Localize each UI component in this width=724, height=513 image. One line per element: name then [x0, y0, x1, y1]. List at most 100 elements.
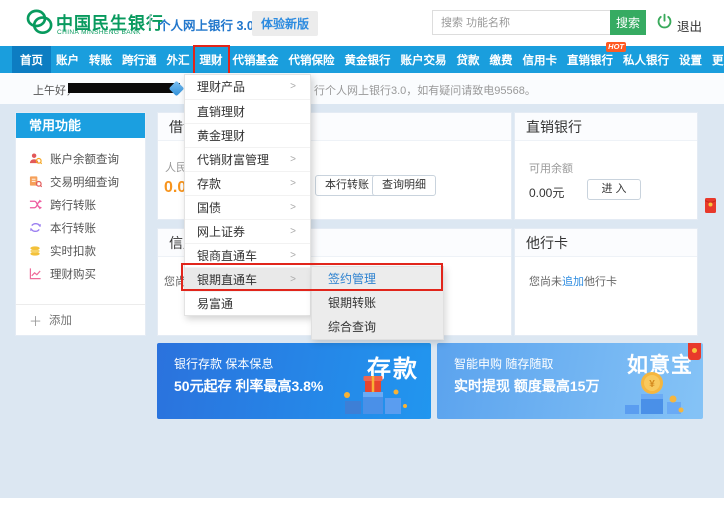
sidebar-item-balance-query[interactable]: 账户余额查询 [16, 147, 145, 170]
menu-item-deposits[interactable]: 存款 > [185, 171, 310, 195]
banner-line1: 智能申购 随存随取 [454, 355, 553, 372]
bank-logo-icon [24, 7, 56, 42]
menu-item-treasury-bonds[interactable]: 国债> [185, 195, 310, 219]
document-magnifier-icon [29, 175, 42, 188]
nav-item-accounts[interactable]: 账户 [51, 46, 84, 73]
nav-item-account-trade[interactable]: 账户交易 [396, 46, 452, 73]
nav-item-loans[interactable]: 贷款 [452, 46, 485, 73]
welcome-message: 行个人网上银行3.0，如有疑问请致电95568。 [314, 82, 536, 98]
sidebar-item-interbank-transfer[interactable]: 跨行转账 [16, 193, 145, 216]
direct-bank-title: 直销银行 [515, 113, 697, 141]
cross-arrows-icon [29, 198, 42, 211]
search-button[interactable]: 搜索 [610, 10, 646, 35]
common-functions-panel: 常用功能 账户余额查询 交易明细查询 跨行转账 本行转账 实时扣款 [15, 112, 146, 336]
intrabank-transfer-button[interactable]: 本行转账 [315, 175, 379, 196]
nav-item-credit-card[interactable]: 信用卡 [518, 46, 563, 73]
banner-line1: 银行存款 保本保息 [174, 355, 273, 372]
enter-direct-bank-button[interactable]: 进 入 [587, 179, 641, 200]
greeting-bar: 上午好， 行个人网上银行3.0，如有疑问请致电95568。 [0, 73, 724, 104]
menu-item-yifutong[interactable]: 易富通 [185, 291, 310, 315]
menu-item-label: 网上证券 [197, 225, 245, 239]
menu-item-label: 银商直通车 [197, 249, 257, 263]
power-icon [656, 13, 673, 35]
deposit-banner[interactable]: 银行存款 保本保息 50元起存 利率最高3.8% 存款 [157, 343, 431, 419]
menu-item-agency-wealth[interactable]: 代销财富管理 > [185, 147, 310, 171]
coin-podium-illustration: ¥ [615, 368, 693, 419]
plus-icon: ＋ [29, 311, 42, 330]
nav-item-private-bank[interactable]: 私人银行 [618, 46, 674, 73]
menu-item-label: 存款 [197, 177, 221, 191]
search-input[interactable] [432, 10, 610, 35]
sidebar-item-label: 账户余额查询 [50, 151, 119, 167]
other-bank-card-title: 他行卡 [515, 229, 697, 257]
sidebar-item-label: 跨行转账 [50, 197, 96, 213]
svg-text:¥: ¥ [649, 379, 655, 390]
direct-bank-panel: 直销银行 可用余额 0.00元 进 入 [514, 112, 698, 220]
nav-item-direct-bank[interactable]: 直销银行 HOT [562, 46, 618, 73]
chevron-right-icon: > [290, 172, 296, 196]
sidebar-item-wealth-purchase[interactable]: 理财购买 [16, 262, 145, 285]
add-other-card-link[interactable]: 追加 [562, 276, 584, 288]
chevron-right-icon: > [290, 196, 296, 220]
corner-badge [688, 343, 701, 360]
person-magnifier-icon [29, 152, 42, 165]
menu-item-bank-commodity-express[interactable]: 银商直通车 > [185, 243, 310, 267]
sidebar-item-label: 实时扣款 [50, 243, 96, 259]
submenu-item-signing-management[interactable]: 签约管理 [312, 267, 443, 291]
header-divider: | [148, 12, 152, 29]
chevron-right-icon: > [290, 148, 296, 172]
menu-item-bank-futures-express[interactable]: 银期直通车> [185, 267, 310, 291]
nav-item-forex[interactable]: 外汇 [162, 46, 195, 73]
red-envelope-icon[interactable] [705, 198, 716, 218]
nav-item-payments[interactable]: 缴费 [485, 46, 518, 73]
available-balance-value: 0.00元 [529, 184, 564, 201]
query-detail-button[interactable]: 查询明细 [372, 175, 436, 196]
menu-item-online-securities[interactable]: 网上证券> [185, 219, 310, 243]
nav-item-funds[interactable]: 代销基金 [228, 46, 284, 73]
notice-post: 他行卡 [584, 276, 617, 288]
try-new-version-button[interactable]: 体验新版 [252, 11, 318, 36]
menu-item-wealth-products[interactable]: 理财产品> [185, 75, 310, 99]
sidebar-item-realtime-debit[interactable]: 实时扣款 [16, 239, 145, 262]
sidebar-item-label: 交易明细查询 [50, 174, 119, 190]
line-chart-icon [29, 267, 42, 280]
main-nav: 首页 账户 转账 跨行通 外汇 理财 代销基金 代销保险 黄金银行 账户交易 贷… [0, 46, 724, 73]
menu-item-direct-wealth[interactable]: 直销理财 [185, 99, 310, 123]
chevron-right-icon: > [290, 268, 296, 292]
common-functions-title: 常用功能 [16, 113, 145, 138]
gift-podium-illustration [333, 368, 413, 419]
top-header: 中国民生银行 CHINA MINSHENG BANK | 个人网上银行 3.0 … [0, 0, 724, 46]
nav-item-interbank[interactable]: 跨行通 [117, 46, 162, 73]
chevron-right-icon: > [290, 244, 296, 268]
nav-item-more[interactable]: 更多 [707, 46, 724, 73]
redacted-username [68, 83, 180, 93]
add-function-button[interactable]: ＋ 添加 [16, 304, 145, 335]
menu-item-gold-wealth[interactable]: 黄金理财 [185, 123, 310, 147]
banner-line2: 50元起存 利率最高3.8% [174, 376, 323, 396]
submenu-item-comprehensive-query[interactable]: 综合查询 [312, 315, 443, 339]
nav-item-direct-bank-label: 直销银行 [567, 52, 613, 68]
menu-item-label: 代销财富管理 [197, 153, 269, 167]
nav-item-gold[interactable]: 黄金银行 [340, 46, 396, 73]
nav-item-transfer[interactable]: 转账 [84, 46, 117, 73]
bank-name-en: CHINA MINSHENG BANK [57, 29, 141, 36]
banner-line2: 实时提现 额度最高15万 [454, 376, 599, 396]
nav-item-insurance[interactable]: 代销保险 [284, 46, 340, 73]
sidebar-item-label: 理财购买 [50, 266, 96, 282]
logout-button[interactable]: 退出 [677, 16, 702, 35]
nav-item-home[interactable]: 首页 [12, 46, 51, 73]
notice-pre: 您尚未 [529, 276, 562, 288]
circular-arrows-icon [29, 221, 42, 234]
ruyibao-banner[interactable]: 智能申购 随存随取 实时提现 额度最高15万 如意宝 ¥ [437, 343, 703, 419]
page: 中国民生银行 CHINA MINSHENG BANK | 个人网上银行 3.0 … [0, 0, 724, 513]
nav-item-settings[interactable]: 设置 [674, 46, 707, 73]
available-balance-label: 可用余额 [529, 160, 573, 176]
sidebar-item-transaction-detail[interactable]: 交易明细查询 [16, 170, 145, 193]
other-bank-card-notice: 您尚未追加他行卡 [529, 273, 617, 289]
nav-item-wealth[interactable]: 理财 [195, 46, 228, 73]
sidebar-item-intrabank-transfer[interactable]: 本行转账 [16, 216, 145, 239]
menu-item-label: 黄金理财 [197, 129, 245, 143]
coins-icon [29, 244, 42, 257]
submenu-item-bank-futures-transfer[interactable]: 银期转账 [312, 291, 443, 315]
chevron-right-icon: > [290, 75, 296, 99]
